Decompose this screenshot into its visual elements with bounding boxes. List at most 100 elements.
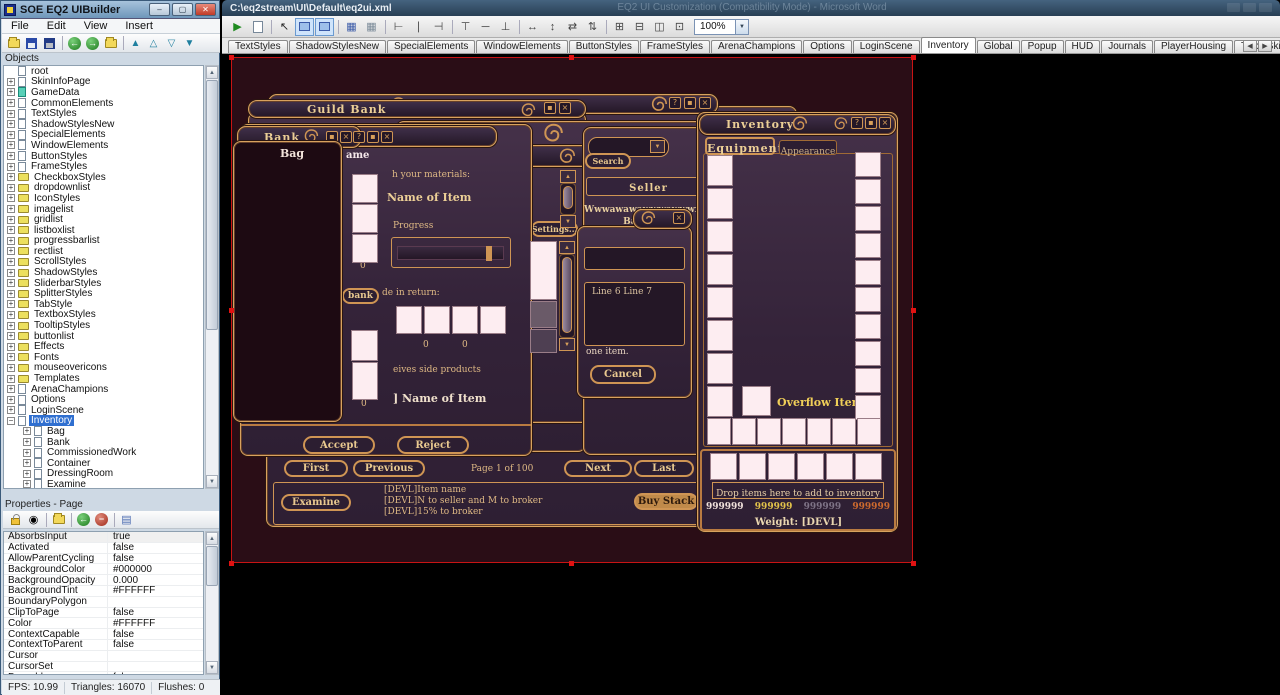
tab-framestyles[interactable]: FrameStyles xyxy=(640,40,710,53)
tree-item-gamedata[interactable]: +GameData xyxy=(4,87,203,98)
inventory-bag-slot[interactable] xyxy=(782,418,806,445)
tree-item-tooltipstyles[interactable]: +TooltipStyles xyxy=(4,320,203,331)
broker-next-button[interactable]: Next xyxy=(564,460,632,477)
tab-textstyles[interactable]: TextStyles xyxy=(228,40,288,53)
tree-item-templates[interactable]: +Templates xyxy=(4,373,203,384)
equipment-slot[interactable] xyxy=(855,179,881,204)
equipment-slot[interactable] xyxy=(707,320,733,351)
center-vertical-icon[interactable]: ⊡ xyxy=(670,18,689,36)
return-item-slot[interactable] xyxy=(396,306,422,334)
space-across-icon[interactable]: ⇄ xyxy=(563,18,582,36)
tree-item-gridlist[interactable]: +gridlist xyxy=(4,214,203,225)
lock-icon[interactable] xyxy=(7,512,24,528)
cancel-button[interactable]: Cancel xyxy=(590,365,656,384)
move-down-icon[interactable]: ▽ xyxy=(163,35,180,51)
inventory-help-icon[interactable]: ? xyxy=(851,117,863,129)
selection-handle[interactable] xyxy=(569,561,574,566)
bank-button[interactable]: bank xyxy=(342,288,379,304)
tree-item-mouseovericons[interactable]: +mouseovericons xyxy=(4,363,203,374)
selection-handle[interactable] xyxy=(229,55,234,60)
inventory-bag-slot[interactable] xyxy=(832,418,856,445)
tree-item-buttonlist[interactable]: +buttonlist xyxy=(4,331,203,342)
align-right-icon[interactable]: ⊣ xyxy=(429,18,448,36)
return-item-slot[interactable] xyxy=(424,306,450,334)
equipment-slot[interactable] xyxy=(855,233,881,258)
tab-inventory[interactable]: Inventory xyxy=(921,37,976,53)
expand-icon[interactable]: + xyxy=(7,88,15,96)
expand-icon[interactable]: + xyxy=(7,194,15,202)
overflow-slot[interactable] xyxy=(742,386,771,416)
tab-popup[interactable]: Popup xyxy=(1021,40,1064,53)
same-height-icon[interactable]: ↕ xyxy=(543,18,562,36)
tab-hud[interactable]: HUD xyxy=(1065,40,1101,53)
property-row[interactable]: ClipToPagefalse xyxy=(4,608,203,619)
item-slot[interactable] xyxy=(352,362,378,400)
tab-journals[interactable]: Journals xyxy=(1101,40,1153,53)
select-tool-icon[interactable]: ↖ xyxy=(275,18,294,36)
buy-stack-button[interactable]: Buy Stack xyxy=(634,493,698,510)
inventory-bag-slot[interactable] xyxy=(857,418,881,445)
tree-item-dropdownlist[interactable]: +dropdownlist xyxy=(4,183,203,194)
tree-item-examine[interactable]: +Examine xyxy=(4,479,203,489)
property-row[interactable]: BackgroundOpacity0.000 xyxy=(4,575,203,586)
expand-icon[interactable]: + xyxy=(7,311,15,319)
item-slot[interactable] xyxy=(352,174,378,203)
equipment-slot[interactable] xyxy=(707,221,733,252)
align-middle-icon[interactable]: ─ xyxy=(476,18,495,36)
inventory-bag-slot[interactable] xyxy=(768,453,795,480)
inventory-bag-slot[interactable] xyxy=(710,453,737,480)
expand-icon[interactable]: + xyxy=(7,322,15,330)
property-row[interactable]: AllowParentCyclingfalse xyxy=(4,554,203,565)
expand-icon[interactable]: + xyxy=(7,184,15,192)
quantity-input[interactable] xyxy=(584,247,685,270)
expand-icon[interactable]: + xyxy=(7,173,15,181)
expand-icon[interactable]: + xyxy=(7,226,15,234)
property-row[interactable]: BackgroundColor#000000 xyxy=(4,564,203,575)
expand-icon[interactable]: + xyxy=(7,300,15,308)
equipment-slot[interactable] xyxy=(707,353,733,384)
item-slot[interactable] xyxy=(352,234,378,263)
props-scrollbar[interactable]: ▲ ▼ xyxy=(205,531,219,675)
expand-icon[interactable]: + xyxy=(7,141,15,149)
tree-item-effects[interactable]: +Effects xyxy=(4,341,203,352)
property-row[interactable]: Color#FFFFFF xyxy=(4,618,203,629)
scroll-down-icon[interactable]: ▼ xyxy=(206,661,218,674)
expand-icon[interactable]: + xyxy=(23,438,31,446)
equipment-slot[interactable] xyxy=(855,314,881,339)
export-props-icon[interactable] xyxy=(50,512,67,528)
tree-item-root[interactable]: root xyxy=(4,66,203,77)
expand-icon[interactable]: + xyxy=(7,110,15,118)
expand-icon[interactable]: + xyxy=(7,205,15,213)
expand-icon[interactable]: + xyxy=(7,269,15,277)
menu-item-edit[interactable]: Edit xyxy=(38,20,75,32)
expand-icon[interactable]: + xyxy=(7,375,15,383)
minimize-button[interactable]: – xyxy=(149,3,170,16)
tree-item-loginscene[interactable]: +LoginScene xyxy=(4,405,203,416)
depot-scrollbar-up-icon[interactable]: ▲ xyxy=(560,170,576,183)
document-titlebar[interactable]: C:\eq2stream\UI\Default\eq2ui.xml EQ2 UI… xyxy=(222,0,1280,16)
tree-item-container[interactable]: +Container xyxy=(4,458,203,469)
page-icon[interactable] xyxy=(248,18,267,36)
tab-scroll-right-icon[interactable]: ▶ xyxy=(1258,40,1272,52)
expand-icon[interactable]: + xyxy=(7,385,15,393)
depot-list-scrollbar-up-icon[interactable]: ▲ xyxy=(559,241,575,254)
equipment-slot[interactable] xyxy=(707,287,733,318)
scroll-down-icon[interactable]: ▼ xyxy=(206,475,218,488)
selection-handle[interactable] xyxy=(911,308,916,313)
popup-close-icon[interactable]: × xyxy=(673,212,685,224)
grid-icon[interactable]: ▦ xyxy=(342,18,361,36)
broker-close-icon[interactable]: × xyxy=(699,97,711,109)
tree-item-splitterstyles[interactable]: +SplitterStyles xyxy=(4,288,203,299)
tab-playerhousing[interactable]: PlayerHousing xyxy=(1154,40,1233,53)
send-to-back-icon[interactable]: ▼ xyxy=(181,35,198,51)
tree-item-dressingroom[interactable]: +DressingRoom xyxy=(4,469,203,480)
expand-icon[interactable]: + xyxy=(23,459,31,467)
menu-item-file[interactable]: File xyxy=(2,20,38,32)
tree-item-scrollstyles[interactable]: +ScrollStyles xyxy=(4,257,203,268)
broker-last-button[interactable]: Last xyxy=(634,460,694,477)
tree-item-imagelist[interactable]: +imagelist xyxy=(4,204,203,215)
expand-icon[interactable]: + xyxy=(7,247,15,255)
props-scroll-thumb[interactable] xyxy=(206,546,218,586)
tree-item-specialelements[interactable]: +SpecialElements xyxy=(4,130,203,141)
remove-icon[interactable]: − xyxy=(93,512,110,528)
